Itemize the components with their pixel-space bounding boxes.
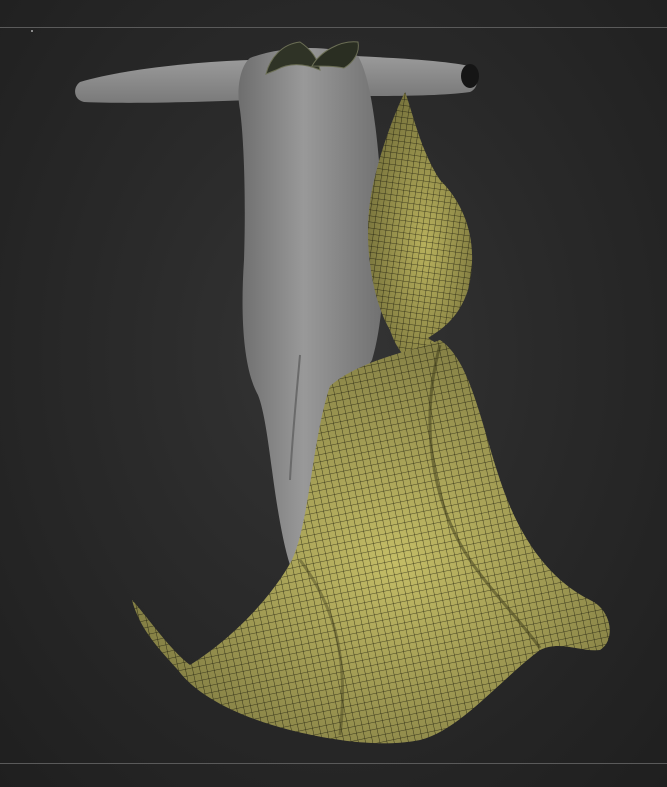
viewport-bottom-border <box>0 763 667 764</box>
right-arm <box>355 56 478 96</box>
left-arm <box>75 60 252 103</box>
3d-viewport[interactable] <box>0 0 667 787</box>
scene-render[interactable] <box>0 0 667 787</box>
right-hand <box>461 64 479 88</box>
